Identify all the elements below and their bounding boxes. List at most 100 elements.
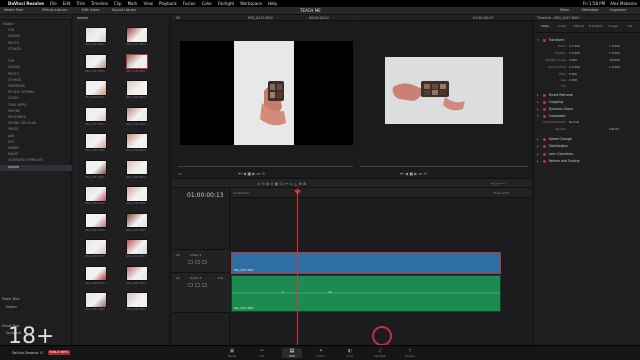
clip-thumbnail[interactable] bbox=[85, 186, 107, 202]
menu-trim[interactable]: Trim bbox=[76, 1, 85, 6]
program-transport[interactable]: ⏮ ◀ ■ ▶ ⏭ ⟲ bbox=[400, 171, 427, 176]
source-scrubber[interactable] bbox=[178, 166, 353, 167]
clip-thumbnail[interactable] bbox=[126, 265, 148, 281]
clip-thumbnail[interactable] bbox=[85, 133, 107, 149]
clip-thumbnail[interactable] bbox=[126, 27, 148, 43]
property-value[interactable]: 0.000 bbox=[569, 58, 577, 62]
solo-icon[interactable] bbox=[195, 283, 200, 287]
media-pool-button[interactable]: Media Pool bbox=[4, 8, 23, 12]
inspector-section[interactable]: ▸ Speed Change bbox=[535, 136, 638, 142]
track-audio-1-name[interactable]: Audio 1 bbox=[190, 276, 201, 280]
app-menu[interactable]: DaVinci Resolve bbox=[8, 1, 44, 6]
timeline-ruler[interactable]: 01:00:00:00 01:00:12:00 bbox=[231, 188, 532, 198]
lock-icon[interactable] bbox=[188, 283, 193, 287]
menu-workspace[interactable]: Workspace bbox=[240, 1, 262, 6]
enable-toggle[interactable] bbox=[542, 137, 546, 141]
menu-view[interactable]: View bbox=[143, 1, 153, 6]
playhead[interactable] bbox=[297, 188, 298, 345]
inspector-section[interactable]: ▸ Stabilization bbox=[535, 143, 638, 149]
clip-thumbnail[interactable] bbox=[85, 27, 107, 43]
menu-mark[interactable]: Mark bbox=[128, 1, 138, 6]
clip-thumbnail[interactable] bbox=[126, 186, 148, 202]
menu-clip[interactable]: Clip bbox=[114, 1, 122, 6]
menu-color[interactable]: Color bbox=[202, 1, 212, 6]
property-value[interactable]: X 1.000 bbox=[569, 44, 580, 48]
source-transport[interactable]: ⏮ ◀ ■ ▶ ⏭ ⟲ bbox=[238, 171, 265, 176]
sound-library-button[interactable]: Sound Library bbox=[112, 8, 136, 12]
clip-thumbnail[interactable] bbox=[126, 53, 148, 69]
program-scrubber[interactable] bbox=[360, 166, 528, 167]
clip-thumbnail[interactable] bbox=[126, 292, 148, 308]
clip-thumbnail[interactable] bbox=[85, 292, 107, 308]
audio-clip[interactable]: IMG_0247.MOV bbox=[231, 275, 501, 312]
edit-index-button[interactable]: Edit Index bbox=[82, 8, 100, 12]
inspector-section[interactable]: ▸ Retime and Scaling bbox=[535, 158, 638, 164]
enable-toggle[interactable] bbox=[542, 100, 546, 104]
zoom-slider[interactable]: —○—— bbox=[490, 181, 506, 186]
property-value[interactable]: Y 0.000 bbox=[609, 51, 620, 55]
power-bins-master[interactable]: Master bbox=[6, 305, 17, 309]
clip-thumbnail[interactable] bbox=[85, 212, 107, 228]
clip-thumbnail[interactable] bbox=[85, 239, 107, 255]
menu-fairlight[interactable]: Fairlight bbox=[218, 1, 234, 6]
inspector-section[interactable]: ▸ Smart Reframe bbox=[535, 92, 638, 98]
property-value[interactable]: Y 0.000 bbox=[609, 65, 620, 69]
page-color[interactable]: ◐ Color bbox=[340, 348, 360, 358]
enable-toggle[interactable] bbox=[542, 107, 546, 111]
property-value[interactable]: X 0.000 bbox=[569, 65, 580, 69]
program-image[interactable] bbox=[385, 57, 503, 124]
property-value[interactable]: 0.000 bbox=[569, 78, 577, 82]
page-media[interactable]: ▣ Media bbox=[222, 348, 242, 358]
auto-select-icon[interactable] bbox=[195, 260, 200, 264]
inspector-section[interactable]: ▾ Composite bbox=[535, 113, 638, 119]
clip-thumbnail[interactable] bbox=[85, 265, 107, 281]
mixer-button[interactable]: Mixer bbox=[560, 8, 570, 12]
inspector-section[interactable]: ▾ Transform bbox=[535, 37, 638, 43]
clip-thumbnail[interactable] bbox=[126, 80, 148, 96]
property-value[interactable]: Y 1.000 bbox=[609, 44, 620, 48]
menu-file[interactable]: File bbox=[50, 1, 57, 6]
video-clip[interactable]: IMG_0247.MOV bbox=[231, 252, 501, 274]
enable-toggle[interactable] bbox=[542, 159, 546, 163]
source-view-options[interactable]: ▭ bbox=[178, 171, 182, 176]
enable-toggle[interactable] bbox=[542, 38, 546, 42]
user-name[interactable]: Alex Makarov bbox=[610, 1, 637, 6]
enable-toggle[interactable] bbox=[542, 152, 546, 156]
inspector-section[interactable]: ▸ Cropping bbox=[535, 99, 638, 105]
inspector-section[interactable]: ▸ Dynamic Zoom bbox=[535, 106, 638, 112]
menu-playback[interactable]: Playback bbox=[159, 1, 177, 6]
tab-file[interactable]: File bbox=[620, 24, 640, 28]
clip-thumbnail[interactable] bbox=[126, 133, 148, 149]
clip-thumbnail[interactable] bbox=[85, 159, 107, 175]
mute-icon[interactable] bbox=[202, 283, 207, 287]
effects-library-button[interactable]: Effects Library bbox=[42, 8, 67, 12]
clip-thumbnail[interactable] bbox=[126, 212, 148, 228]
page-cut[interactable]: ✂ Cut bbox=[252, 348, 272, 358]
composite-mode-select[interactable]: Normal bbox=[569, 120, 579, 124]
enable-toggle[interactable] bbox=[542, 114, 546, 118]
property-value[interactable]: 0.000 bbox=[569, 72, 577, 76]
bin-item[interactable]: iphone bbox=[0, 164, 72, 171]
clip-thumbnail[interactable] bbox=[126, 106, 148, 122]
inspector-section[interactable]: ▸ Lens Correction bbox=[535, 151, 638, 157]
track-video-1-name[interactable]: Video 1 bbox=[190, 253, 201, 257]
clip-thumbnail[interactable] bbox=[85, 106, 107, 122]
enable-toggle[interactable] bbox=[542, 144, 546, 148]
inspector-button[interactable]: Inspector bbox=[610, 8, 626, 12]
enable-toggle[interactable] bbox=[542, 93, 546, 97]
visibility-icon[interactable] bbox=[202, 260, 207, 264]
page-deliver[interactable]: ⇪ Deliver bbox=[400, 348, 420, 358]
clip-thumbnail[interactable] bbox=[85, 53, 107, 69]
clip-thumbnail[interactable] bbox=[85, 80, 107, 96]
page-fairlight[interactable]: ♫ Fairlight bbox=[370, 348, 390, 358]
menu-timeline[interactable]: Timeline bbox=[91, 1, 108, 6]
clip-thumbnail[interactable] bbox=[126, 159, 148, 175]
edit-tools[interactable]: ▸ ⊟ ⊞ ⇔ ◧ ⊡ ✂ ▭ ⟂ ⊕ ⊗ bbox=[258, 181, 306, 186]
property-value[interactable]: -90.000 bbox=[609, 58, 620, 62]
property-value[interactable]: X 0.000 bbox=[569, 51, 580, 55]
menu-edit[interactable]: Edit bbox=[63, 1, 71, 6]
page-edit[interactable]: ▤ Edit bbox=[282, 348, 302, 358]
page-fusion[interactable]: ✦ Fusion bbox=[311, 348, 331, 358]
metadata-button[interactable]: Metadata bbox=[582, 8, 599, 12]
opacity-value[interactable]: 100.00 bbox=[609, 127, 619, 131]
